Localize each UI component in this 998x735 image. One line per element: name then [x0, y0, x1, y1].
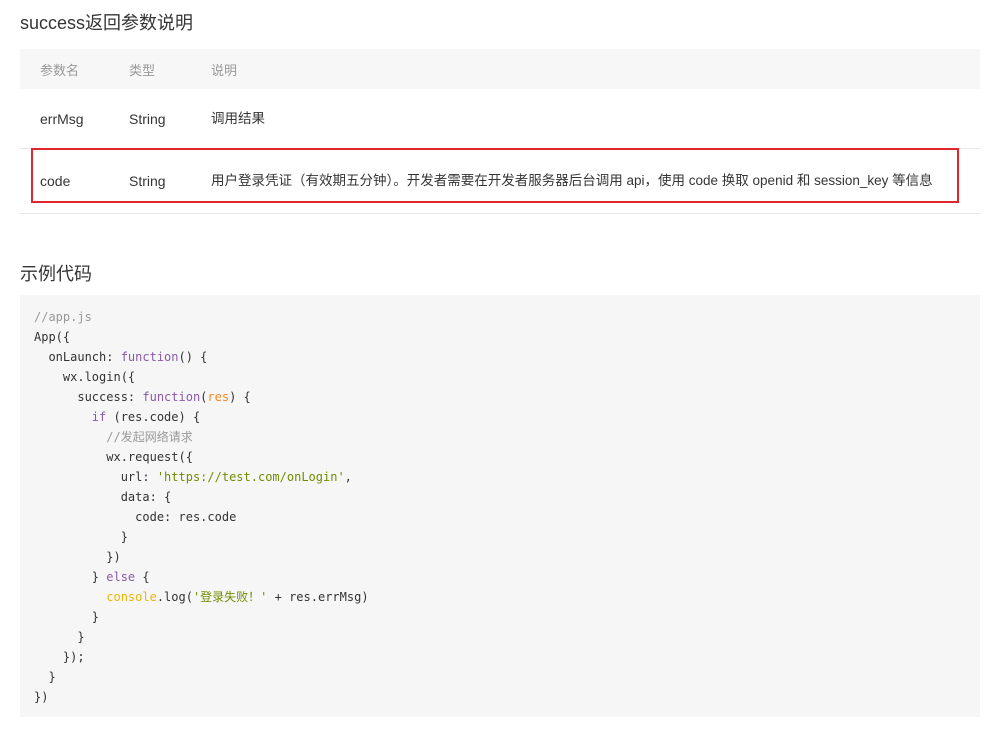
- code-line: success: function(res) {: [34, 387, 966, 407]
- code-token: .log(: [156, 590, 193, 604]
- table-row-code: code String 用户登录凭证（有效期五分钟）。开发者需要在开发者服务器后…: [20, 148, 980, 214]
- code-line: });: [34, 647, 966, 667]
- code-token: else: [106, 570, 136, 584]
- code-line: }: [34, 667, 966, 687]
- code-token: }): [34, 690, 49, 704]
- code-token: res: [207, 390, 230, 404]
- code-line: code: res.code: [34, 507, 966, 527]
- code-token: console: [106, 590, 157, 604]
- params-table: 参数名 类型 说明 errMsg String 调用结果 code String…: [20, 49, 980, 214]
- code-token: code: res.code: [34, 510, 237, 524]
- code-token: function: [120, 350, 179, 364]
- code-line: wx.request({: [34, 447, 966, 467]
- header-type: 类型: [109, 49, 191, 89]
- code-token: });: [34, 650, 85, 664]
- code-token: {: [135, 570, 150, 584]
- code-line: }: [34, 607, 966, 627]
- code-token: //发起网络请求: [106, 430, 193, 444]
- code-line: wx.login({: [34, 367, 966, 387]
- code-line: } else {: [34, 567, 966, 587]
- code-token: success:: [34, 390, 143, 404]
- param-name-cell: code: [20, 148, 109, 214]
- code-token: () {: [178, 350, 208, 364]
- code-token: }: [34, 630, 85, 644]
- code-token: data: {: [34, 490, 172, 504]
- code-token: App({: [34, 330, 71, 344]
- code-line: if (res.code) {: [34, 407, 966, 427]
- table-row-errmsg: errMsg String 调用结果: [20, 89, 980, 149]
- code-line: //发起网络请求: [34, 427, 966, 447]
- code-token: }: [34, 530, 128, 544]
- param-desc-cell: 用户登录凭证（有效期五分钟）。开发者需要在开发者服务器后台调用 api，使用 c…: [191, 148, 980, 214]
- header-description: 说明: [191, 49, 980, 89]
- param-type-cell: String: [109, 148, 191, 214]
- code-block[interactable]: //app.js App({ onLaunch: function() { wx.…: [20, 295, 980, 717]
- code-token: '登录失败！': [192, 590, 268, 604]
- code-token: }: [34, 570, 107, 584]
- header-param-name: 参数名: [20, 49, 109, 89]
- param-name-cell: errMsg: [20, 89, 109, 149]
- code-token: ) {: [229, 390, 251, 404]
- code-line: data: {: [34, 487, 966, 507]
- code-token: wx.request({: [34, 450, 193, 464]
- code-line: url: 'https://test.com/onLogin',: [34, 467, 966, 487]
- code-token: 'https://test.com/onLogin': [156, 470, 345, 484]
- code-line: console.log('登录失败！' + res.errMsg): [34, 587, 966, 607]
- code-line: }: [34, 527, 966, 547]
- code-token: }: [34, 670, 56, 684]
- code-token: + res.errMsg): [267, 590, 369, 604]
- code-token: }): [34, 550, 121, 564]
- code-token: ,: [344, 470, 352, 484]
- code-token: wx.login({: [34, 370, 136, 384]
- code-token: if: [91, 410, 107, 424]
- example-section-title: 示例代码: [20, 264, 92, 284]
- code-token: onLaunch:: [34, 350, 121, 364]
- code-token: url:: [34, 470, 157, 484]
- code-token: }: [34, 610, 100, 624]
- code-line: onLaunch: function() {: [34, 347, 966, 367]
- code-token: (res.code) {: [106, 410, 201, 424]
- code-line: App({: [34, 327, 966, 347]
- table-header-row: 参数名 类型 说明: [20, 49, 980, 89]
- param-desc-cell: 调用结果: [191, 89, 980, 149]
- param-type-cell: String: [109, 89, 191, 149]
- params-section-title: success返回参数说明: [20, 13, 194, 33]
- code-line: //app.js: [34, 307, 966, 327]
- code-line: }): [34, 687, 966, 707]
- code-token: function: [142, 390, 201, 404]
- code-line: }: [34, 627, 966, 647]
- code-token: //app.js: [34, 310, 92, 324]
- code-line: }): [34, 547, 966, 567]
